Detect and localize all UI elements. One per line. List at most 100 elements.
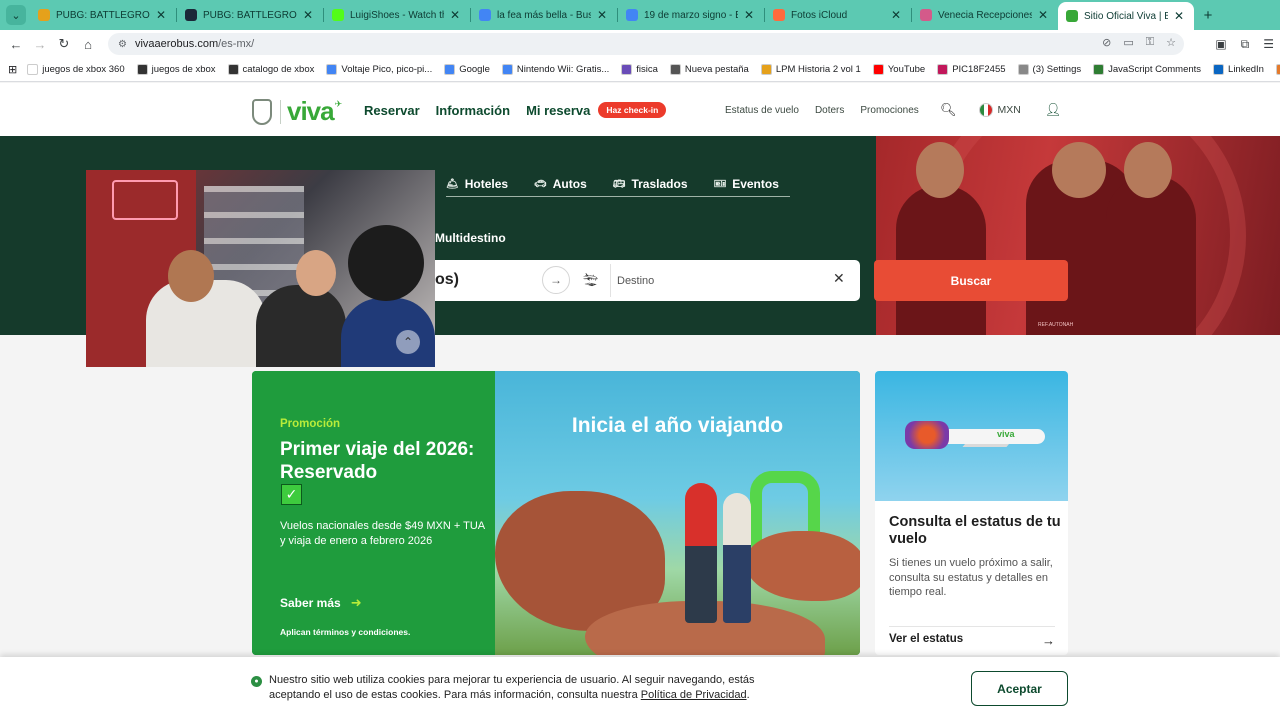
tab-title: Sitio Oficial Viva | Boletos — [1084, 10, 1168, 22]
bookmark-item[interactable]: Google — [444, 64, 490, 75]
tab-close-icon[interactable]: ✕ — [448, 8, 462, 22]
tab-autos[interactable]: 🚗︎ Autos — [534, 172, 587, 196]
tab-close-icon[interactable]: ✕ — [1036, 8, 1050, 22]
promo-description: Vuelos nacionales desde $49 MXN + TUA y … — [280, 520, 485, 547]
nav-promociones[interactable]: Promociones — [860, 105, 918, 116]
browser-tab[interactable]: LuigiShoes - Watch the V ✕ — [324, 0, 470, 30]
origin-field[interactable]: os) — [435, 271, 459, 289]
new-tab-button[interactable]: + — [1198, 7, 1218, 24]
destination-input[interactable] — [610, 264, 835, 297]
bookmark-favicon-icon — [1093, 64, 1105, 75]
ver-estatus-link[interactable]: Ver el estatus → — [889, 626, 1055, 648]
bookmark-item[interactable]: LPM Historia 2 vol 1 — [760, 64, 861, 75]
back-button[interactable]: ← — [4, 37, 28, 52]
ticket-icon: 🎫︎ — [713, 178, 727, 190]
bookmark-item[interactable]: YouTube — [872, 64, 925, 75]
browser-tab[interactable]: 19 de marzo signo - Busc ✕ — [618, 0, 764, 30]
nav-reservar[interactable]: Reservar — [364, 103, 420, 118]
webcam-person-2 — [256, 285, 346, 367]
browser-tab[interactable]: Sitio Oficial Viva | Boletos ✕ — [1058, 2, 1194, 30]
bookmark-favicon-icon — [27, 64, 39, 75]
bookmark-favicon-icon — [136, 64, 148, 75]
apps-icon[interactable]: ⊞ — [8, 63, 17, 76]
bookmark-label: juegos de xbox — [151, 64, 216, 75]
accept-cookies-button[interactable]: Aceptar — [971, 671, 1068, 706]
photo-credit: REF.AUTONAH — [1038, 322, 1074, 328]
browser-tab-bar: ⌄ PUBG: BATTLEGROUNDS✕PUBG: BATTLEGROUND… — [0, 0, 1280, 30]
multidestino-option[interactable]: Multidestino — [435, 231, 506, 245]
bookmark-item[interactable]: fisica — [621, 64, 658, 75]
tab-hoteles-label: Hoteles — [464, 177, 509, 191]
tab-close-icon[interactable]: ✕ — [595, 8, 609, 22]
bookmark-favicon-icon — [1275, 64, 1280, 75]
bookmark-item[interactable]: localhost / 127.0.0.1... — [1275, 64, 1280, 75]
tab-eventos[interactable]: 🎫︎ Eventos — [714, 172, 779, 196]
nav-informacion[interactable]: Información — [436, 103, 510, 118]
url-omnibox[interactable]: ⚙ vivaaerobus.com/es-mx/ ⊘ ▭ ⚿ ☆ — [108, 33, 1184, 55]
mexico-flag-icon[interactable] — [978, 103, 993, 117]
screenshot-icon[interactable]: ▣ — [1215, 37, 1226, 52]
cast-icon[interactable]: ▭ — [1123, 36, 1133, 49]
hiker-man — [685, 483, 717, 623]
webcam-person-1-face — [168, 250, 214, 302]
privacy-policy-link[interactable]: Política de Privacidad — [641, 689, 747, 701]
swap-arrow-icon[interactable]: → — [542, 266, 570, 294]
bookmark-favicon-icon — [937, 64, 949, 75]
promo-banner[interactable]: Promoción Primer viaje del 2026: Reserva… — [252, 371, 860, 655]
plane-livery — [905, 421, 949, 449]
tab-close-icon[interactable]: ✕ — [889, 8, 903, 22]
reload-button[interactable]: ↻ — [52, 36, 76, 52]
browser-tab[interactable]: Fotos iCloud ✕ — [765, 0, 911, 30]
tab-traslados[interactable]: 🚌︎ Traslados — [613, 172, 688, 196]
hero-players-image — [876, 136, 1280, 335]
bookmark-item[interactable]: Voltaje Pico, pico-pi... — [326, 64, 432, 75]
menu-icon[interactable]: ☰ — [1263, 37, 1274, 52]
chevron-up-icon[interactable]: ⌃ — [396, 330, 420, 354]
password-key-icon[interactable]: ⚿ — [1146, 36, 1154, 49]
bookmark-item[interactable]: Nintendo Wii: Gratis... — [501, 64, 610, 75]
bookmark-item[interactable]: (3) Settings — [1017, 64, 1081, 75]
site-info-icon[interactable]: ⚙ — [118, 39, 127, 50]
browser-tab[interactable]: PUBG: BATTLEGROUNDS ✕ — [30, 0, 176, 30]
tracking-icon[interactable]: ⊘ — [1102, 36, 1111, 49]
browser-tab[interactable]: la fea más bella - Buscar ✕ — [471, 0, 617, 30]
browser-tab[interactable]: PUBG: BATTLEGROUNDS ✕ — [177, 0, 323, 30]
currency-selector[interactable]: MXN — [998, 104, 1021, 116]
saber-mas-link[interactable]: Saber más ➜ — [280, 595, 362, 611]
viva-logo[interactable]: viva ✈ — [252, 96, 342, 127]
nav-mi-reserva[interactable]: Mi reserva — [526, 103, 590, 118]
service-tabs: 🛎︎ Hoteles 🚗︎ Autos 🚌︎ Traslados 🎫︎ Eventos — [446, 172, 790, 197]
bookmark-item[interactable]: JavaScript Comments — [1093, 64, 1201, 75]
bookmark-item[interactable]: juegos de xbox — [136, 64, 216, 75]
bookmark-item[interactable]: PIC18F2455 — [937, 64, 1006, 75]
bookmark-favicon-icon — [760, 64, 772, 75]
tab-close-icon[interactable]: ✕ — [301, 8, 315, 22]
plane-landing-icon: 🛬︎ — [582, 272, 599, 287]
bookmark-star-icon[interactable]: ☆ — [1166, 36, 1176, 49]
browser-tab[interactable]: Venecia Recepciones - Cr ✕ — [912, 0, 1058, 30]
tab-close-icon[interactable]: ✕ — [1172, 9, 1186, 23]
extensions-icon[interactable]: ⧉ — [1241, 37, 1250, 52]
bookmark-item[interactable]: Nueva pestaña — [669, 64, 749, 75]
bookmark-item[interactable]: LinkedIn — [1213, 64, 1264, 75]
clear-destination-icon[interactable]: ✕ — [833, 270, 845, 287]
nav-estatus-vuelo[interactable]: Estatus de vuelo — [725, 105, 799, 116]
search-icon[interactable]: 🔍︎ — [940, 102, 957, 118]
search-flights-button[interactable]: Buscar — [874, 260, 1068, 301]
bookmark-favicon-icon — [669, 64, 681, 75]
checkin-badge[interactable]: Haz check-in — [598, 102, 667, 118]
bookmark-item[interactable]: catalogo de xbox — [227, 64, 314, 75]
user-account-icon[interactable]: 👤︎ — [1045, 102, 1062, 118]
bookmark-item[interactable]: juegos de xbox 360 — [27, 64, 125, 75]
tab-close-icon[interactable]: ✕ — [742, 8, 756, 22]
hiker-woman — [723, 493, 751, 623]
forward-button[interactable]: → — [28, 37, 52, 52]
bookmark-favicon-icon — [1017, 64, 1029, 75]
bookmark-label: Nintendo Wii: Gratis... — [516, 64, 610, 75]
tab-close-icon[interactable]: ✕ — [154, 8, 168, 22]
nav-doters[interactable]: Doters — [815, 105, 844, 116]
tab-hoteles[interactable]: 🛎︎ Hoteles — [446, 172, 508, 196]
tab-search-button[interactable]: ⌄ — [6, 5, 26, 25]
player-3 — [1106, 175, 1196, 335]
home-button[interactable]: ⌂ — [76, 37, 100, 52]
